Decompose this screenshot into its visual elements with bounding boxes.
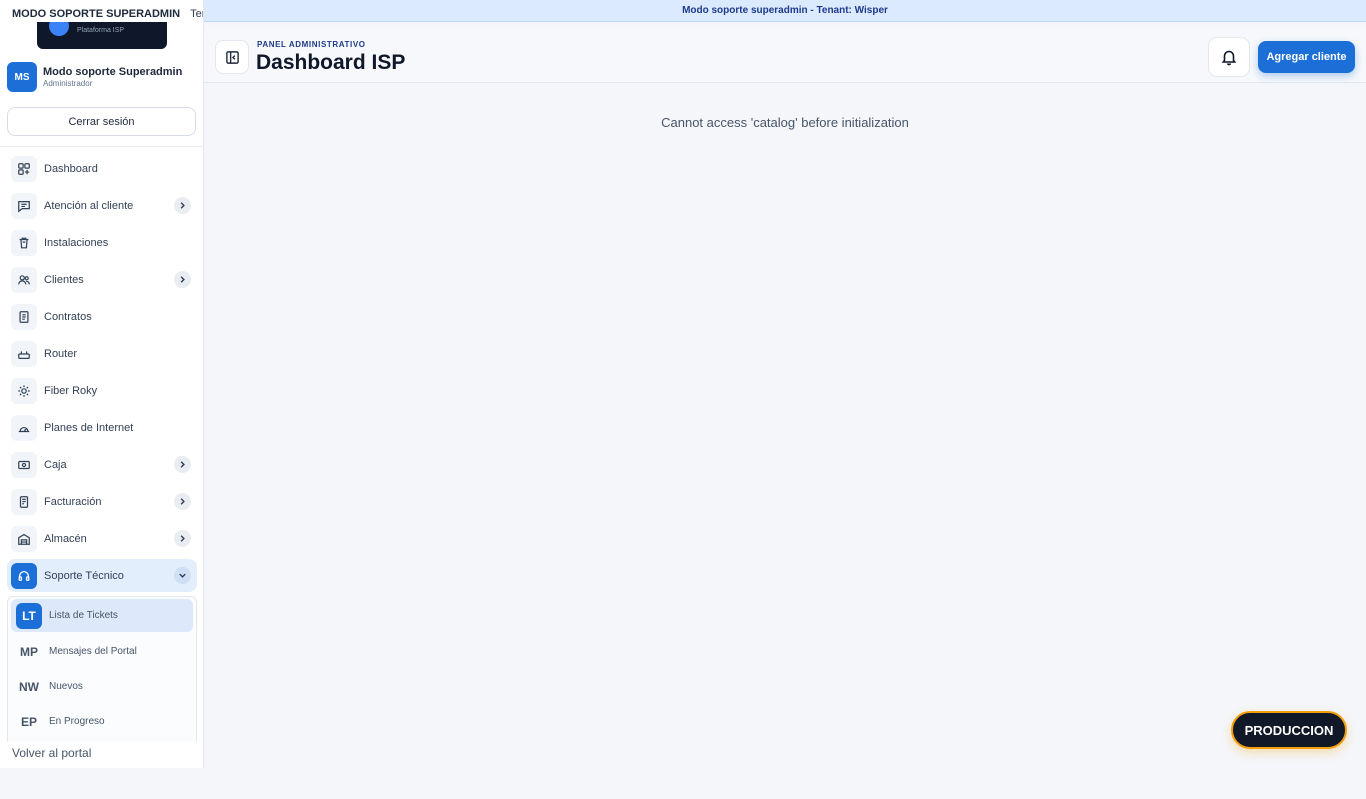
router-icon: [11, 340, 37, 367]
logo-text: Plataforma ISP: [77, 27, 125, 34]
sidebar-item-router[interactable]: Router: [7, 337, 197, 370]
document-icon: [11, 303, 37, 330]
chevron-right-icon[interactable]: [174, 530, 191, 547]
sidebar-item-label: Contratos: [44, 310, 92, 323]
users-icon: [11, 266, 37, 293]
chevron-right-icon[interactable]: [174, 197, 191, 214]
invoice-icon: [11, 488, 37, 515]
sidebar-item-clientes[interactable]: Clientes: [7, 263, 197, 296]
sidebar-item-label: Facturación: [44, 495, 102, 508]
submenu-abbr: EP: [20, 714, 37, 729]
sidebar-item-fiber-roky[interactable]: Fiber Roky: [7, 374, 197, 407]
sun-icon: [11, 377, 37, 404]
sidebar-item-label: Soporte Técnico: [44, 569, 124, 582]
platform-logo: Plataforma ISP: [37, 22, 167, 49]
page-eyebrow: PANEL ADMINISTRATIVO: [257, 40, 366, 49]
sidebar-collapse-icon: [225, 50, 240, 65]
submenu-label: En Progreso: [49, 716, 105, 727]
support-mode-banner: Modo soporte superadmin - Tenant: Wisper: [204, 0, 1366, 22]
cash-icon: [11, 451, 37, 478]
sidebar-item-label: Router: [44, 347, 78, 360]
submenu-label: Mensajes del Portal: [49, 646, 137, 657]
sidebar-item-caja[interactable]: Caja: [7, 448, 197, 481]
back-to-portal-link[interactable]: Volver al portal: [12, 746, 91, 760]
user-name: Modo soporte Superadmin: [43, 66, 183, 78]
grid-icon: [11, 155, 37, 182]
logout-button[interactable]: Cerrar sesión: [7, 107, 196, 136]
user-role: Administrador: [43, 79, 93, 88]
main-content: Cannot access 'catalog' before initializ…: [204, 84, 1366, 768]
chevron-right-icon[interactable]: [174, 456, 191, 473]
bell-icon: [1220, 48, 1238, 66]
submenu-item-nuevos[interactable]: NW Nuevos: [11, 670, 193, 703]
sidebar-item-dashboard[interactable]: Dashboard: [7, 152, 197, 185]
chevron-right-icon[interactable]: [174, 271, 191, 288]
soporte-submenu: LT Lista de Tickets MP Mensajes del Port…: [7, 596, 197, 742]
chat-icon: [11, 192, 37, 219]
add-client-button[interactable]: Agregar cliente: [1258, 41, 1355, 73]
mode-label: MODO SOPORTE SUPERADMIN: [12, 8, 181, 20]
sidebar-item-label: Instalaciones: [44, 236, 109, 249]
sidebar: MODO SOPORTE SUPERADMIN Tenant Plataform…: [0, 0, 204, 768]
logo-icon: [49, 22, 69, 36]
sidebar-item-label: Almacén: [44, 532, 87, 545]
headset-icon: [11, 562, 37, 589]
trash-icon: [11, 229, 37, 256]
speed-icon: [11, 414, 37, 441]
submenu-abbr: MP: [20, 644, 38, 659]
sidebar-item-almacen[interactable]: Almacén: [7, 522, 197, 555]
page-header: PANEL ADMINISTRATIVO Dashboard ISP Agreg…: [204, 31, 1366, 83]
sidebar-item-instalaciones[interactable]: Instalaciones: [7, 226, 197, 259]
sidebar-item-planes-internet[interactable]: Planes de Internet: [7, 411, 197, 444]
tenant-label: Tenant: [190, 8, 203, 20]
submenu-abbr: NW: [19, 679, 39, 694]
error-message: Cannot access 'catalog' before initializ…: [661, 115, 909, 130]
sidebar-item-facturacion[interactable]: Facturación: [7, 485, 197, 518]
sidebar-item-label: Atención al cliente: [44, 199, 134, 212]
sidebar-item-label: Fiber Roky: [44, 384, 98, 397]
chevron-right-icon[interactable]: [174, 493, 191, 510]
sidebar-item-label: Clientes: [44, 273, 84, 286]
chevron-down-icon[interactable]: [174, 567, 191, 584]
submenu-label: Lista de Tickets: [49, 610, 118, 621]
sidebar-item-soporte-tecnico[interactable]: Soporte Técnico: [7, 559, 197, 592]
submenu-label: Nuevos: [49, 681, 83, 692]
avatar: MS: [7, 62, 37, 92]
submenu-item-mensajes-portal[interactable]: MP Mensajes del Portal: [11, 635, 193, 668]
warehouse-icon: [11, 525, 37, 552]
user-info: Modo soporte Superadmin Administrador: [43, 66, 182, 88]
sidebar-item-label: Planes de Internet: [44, 421, 134, 434]
sidebar-item-label: Dashboard: [44, 162, 98, 175]
sidebar-item-atencion-cliente[interactable]: Atención al cliente: [7, 189, 197, 222]
sidebar-item-contratos[interactable]: Contratos: [7, 300, 197, 333]
submenu-abbr: LT: [16, 602, 42, 629]
sidebar-toggle-button[interactable]: [215, 40, 249, 74]
user-profile: MS Modo soporte Superadmin Administrador: [7, 62, 199, 92]
page-title: Dashboard ISP: [256, 51, 406, 74]
sidebar-item-label: Caja: [44, 458, 67, 471]
sidebar-divider: [0, 146, 203, 147]
submenu-item-lista-tickets[interactable]: LT Lista de Tickets: [11, 599, 193, 632]
environment-badge: PRODUCCION: [1231, 711, 1347, 749]
notifications-button[interactable]: [1208, 37, 1250, 77]
submenu-item-en-progreso[interactable]: EP En Progreso: [11, 705, 193, 738]
